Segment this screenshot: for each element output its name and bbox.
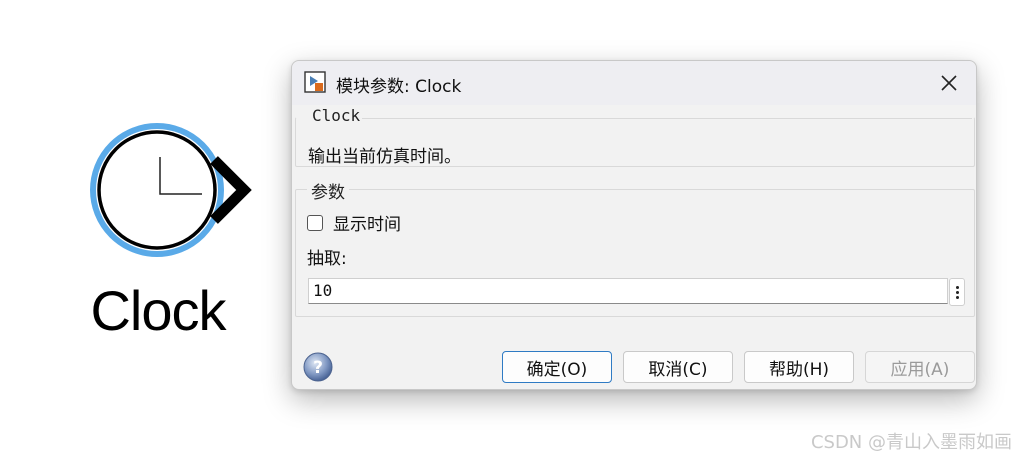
clock-icon — [90, 123, 252, 257]
ok-button[interactable]: 确定(O) — [502, 351, 612, 383]
dot-icon — [955, 295, 959, 299]
block-caption: Clock — [90, 279, 226, 342]
dot-icon — [955, 290, 959, 294]
parameters-group: 参数 显示时间 抽取: 10 — [295, 178, 975, 317]
dialog-titlebar: 模块参数: Clock — [292, 61, 976, 105]
close-button[interactable] — [932, 67, 966, 99]
clock-block[interactable]: Clock — [80, 120, 270, 350]
block-parameters-dialog: 模块参数: Clock Clock 输出当前仿真时间。 参数 显示时间 抽取: … — [291, 60, 977, 390]
watermark: CSDN @青山入墨雨如画 — [810, 432, 1012, 453]
group-divider — [362, 118, 972, 119]
dot-icon — [955, 285, 959, 289]
show-time-label: 显示时间 — [333, 215, 401, 235]
svg-text:?: ? — [313, 358, 323, 378]
decimation-label: 抽取: — [307, 249, 347, 269]
params-group-title: 参数 — [307, 178, 349, 203]
help-button[interactable]: 帮助(H) — [744, 351, 854, 383]
checkbox-box[interactable] — [307, 214, 323, 231]
apply-button[interactable]: 应用(A) — [865, 351, 975, 383]
decimation-input[interactable]: 10 — [308, 278, 948, 304]
dialog-title: 模块参数: Clock — [336, 77, 462, 97]
help-icon[interactable]: ? — [302, 351, 334, 383]
block-description-group: Clock 输出当前仿真时间。 — [295, 106, 975, 167]
close-icon — [941, 75, 957, 91]
simulink-block-icon — [304, 71, 326, 93]
block-group-title: Clock — [312, 106, 361, 125]
block-description: 输出当前仿真时间。 — [308, 147, 461, 167]
cancel-button[interactable]: 取消(C) — [623, 351, 733, 383]
show-time-checkbox[interactable]: 显示时间 — [307, 210, 401, 235]
more-options-button[interactable] — [949, 278, 965, 306]
